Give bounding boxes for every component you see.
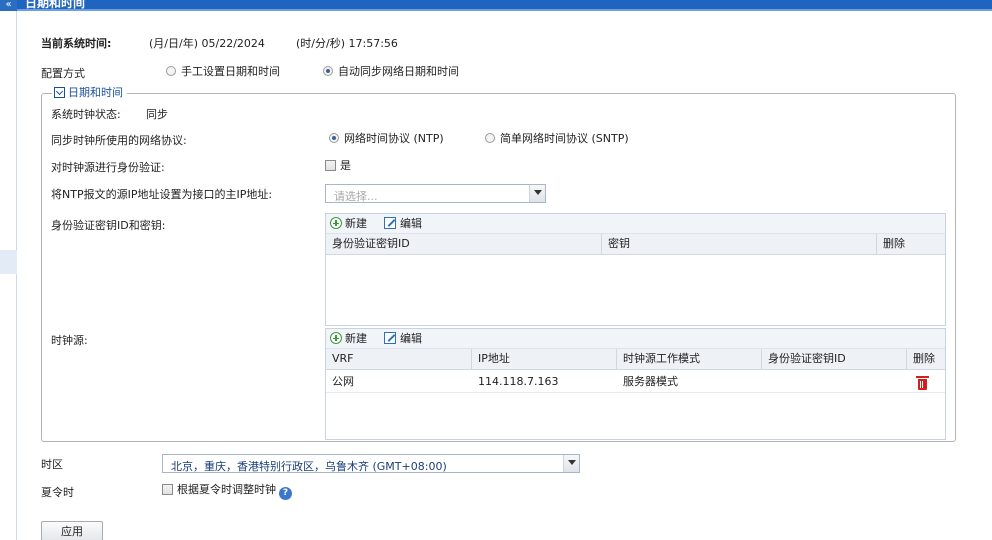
auth-label: 对时钟源进行身份验证: — [51, 161, 165, 174]
time-format-label: (时/分/秒) — [296, 37, 345, 50]
timezone-label: 时区 — [41, 458, 63, 471]
source-ip-placeholder: 请选择... — [334, 190, 378, 203]
clock-status-label: 系统时钟状态: — [51, 108, 121, 121]
clock-source-label: 时钟源: — [51, 334, 88, 347]
manual-radio[interactable] — [166, 66, 176, 76]
protocol-ntp-option[interactable]: 网络时间协议 (NTP) — [329, 130, 444, 146]
clock-status-value: 同步 — [146, 108, 168, 121]
auth-keys-toolbar: 新建 编辑 — [326, 214, 945, 234]
dst-checkbox-label: 根据夏令时调整时钟 — [177, 483, 276, 496]
page-title: 日期和时间 — [25, 0, 86, 10]
apply-button[interactable]: 应用 — [41, 521, 103, 540]
collapse-icon[interactable]: « — [0, 0, 17, 11]
clock-source-header: VRF IP地址 时钟源工作模式 身份验证密钥ID 删除 — [326, 349, 945, 370]
help-icon[interactable]: ? — [279, 487, 292, 500]
clock-source-grid: 新建 编辑 VRF IP地址 时钟源工作模式 身份验证密钥ID 删除 公网 11… — [325, 328, 946, 440]
ntp-radio-label: 网络时间协议 (NTP) — [344, 132, 444, 145]
config-mode-label: 配置方式 — [41, 67, 85, 80]
auto-radio[interactable] — [323, 66, 333, 76]
current-time-date: (月/日/年) 05/22/2024 — [149, 35, 265, 51]
dropdown-arrow-icon[interactable] — [529, 185, 545, 202]
cell-vrf: 公网 — [332, 375, 354, 388]
auth-keys-grid: 新建 编辑 身份验证密钥ID 密钥 删除 — [325, 213, 946, 326]
auto-radio-label: 自动同步网络日期和时间 — [338, 65, 459, 78]
dst-checkbox[interactable] — [162, 484, 173, 495]
clock-source-edit-label: 编辑 — [400, 332, 422, 345]
auth-checkbox-label: 是 — [340, 159, 351, 172]
column-header-vrf[interactable]: VRF — [326, 349, 472, 369]
dst-label: 夏令时 — [41, 486, 74, 499]
auth-keys-edit-button[interactable]: 编辑 — [384, 217, 422, 231]
add-icon — [330, 332, 342, 344]
source-ip-select[interactable]: 请选择... — [325, 184, 546, 203]
column-header-key-id[interactable]: 身份验证密钥ID — [762, 349, 907, 369]
cell-key-id — [762, 371, 768, 393]
config-mode-manual-option[interactable]: 手工设置日期和时间 — [166, 63, 280, 79]
dst-checkbox-option[interactable]: 根据夏令时调整时钟? — [162, 481, 292, 500]
auth-keys-header: 身份验证密钥ID 密钥 删除 — [326, 234, 945, 255]
auth-keys-new-button[interactable]: 新建 — [330, 217, 367, 231]
protocol-sntp-option[interactable]: 简单网络时间协议 (SNTP) — [485, 130, 629, 146]
column-header-key[interactable]: 密钥 — [602, 234, 877, 254]
protocol-label: 同步时钟所使用的网络协议: — [51, 134, 187, 147]
current-time-label: 当前系统时间: — [41, 37, 112, 50]
auth-keys-edit-label: 编辑 — [400, 217, 422, 230]
dropdown-arrow-icon[interactable] — [563, 455, 579, 472]
cell-mode: 服务器模式 — [623, 375, 678, 388]
date-format-label: (月/日/年) — [149, 37, 198, 50]
sntp-radio-label: 简单网络时间协议 (SNTP) — [500, 132, 629, 145]
config-mode-auto-option[interactable]: 自动同步网络日期和时间 — [323, 63, 459, 79]
clock-source-new-button[interactable]: 新建 — [330, 332, 367, 346]
ntp-radio[interactable] — [329, 133, 339, 143]
edit-icon — [384, 332, 396, 344]
clock-source-new-label: 新建 — [345, 332, 367, 345]
manual-radio-label: 手工设置日期和时间 — [181, 65, 280, 78]
column-header-key-id[interactable]: 身份验证密钥ID — [326, 234, 602, 254]
clock-source-edit-button[interactable]: 编辑 — [384, 332, 422, 346]
sntp-radio[interactable] — [485, 133, 495, 143]
auth-checkbox-option[interactable]: 是 — [325, 157, 351, 173]
time-value: 17:57:56 — [348, 37, 398, 50]
column-header-delete[interactable]: 删除 — [877, 234, 945, 254]
current-time-clock: (时/分/秒) 17:57:56 — [296, 35, 398, 51]
auth-keys-label: 身份验证密钥ID和密钥: — [51, 219, 166, 232]
expand-toggle-icon[interactable] — [54, 87, 65, 98]
delete-icon[interactable] — [916, 376, 929, 390]
auth-checkbox[interactable] — [325, 160, 336, 171]
auth-keys-new-label: 新建 — [345, 217, 367, 230]
timezone-select[interactable]: 北京，重庆，香港特别行政区，乌鲁木齐 (GMT+08:00) — [162, 454, 580, 473]
edit-icon — [384, 217, 396, 229]
add-icon — [330, 217, 342, 229]
fieldset-legend[interactable]: 日期和时间 — [52, 86, 127, 100]
table-row[interactable]: 公网 114.118.7.163 服务器模式 — [326, 371, 945, 393]
nav-selected-indicator[interactable] — [0, 250, 17, 274]
legend-label: 日期和时间 — [68, 86, 123, 99]
column-header-delete[interactable]: 删除 — [907, 349, 945, 369]
source-ip-label: 将NTP报文的源IP地址设置为接口的主IP地址: — [51, 188, 273, 201]
title-bar: 日期和时间 — [17, 0, 992, 11]
cell-ip: 114.118.7.163 — [478, 375, 559, 388]
date-value: 05/22/2024 — [201, 37, 265, 50]
column-header-mode[interactable]: 时钟源工作模式 — [617, 349, 762, 369]
column-header-ip[interactable]: IP地址 — [472, 349, 617, 369]
timezone-value: 北京，重庆，香港特别行政区，乌鲁木齐 (GMT+08:00) — [171, 460, 447, 473]
clock-source-toolbar: 新建 编辑 — [326, 329, 945, 349]
